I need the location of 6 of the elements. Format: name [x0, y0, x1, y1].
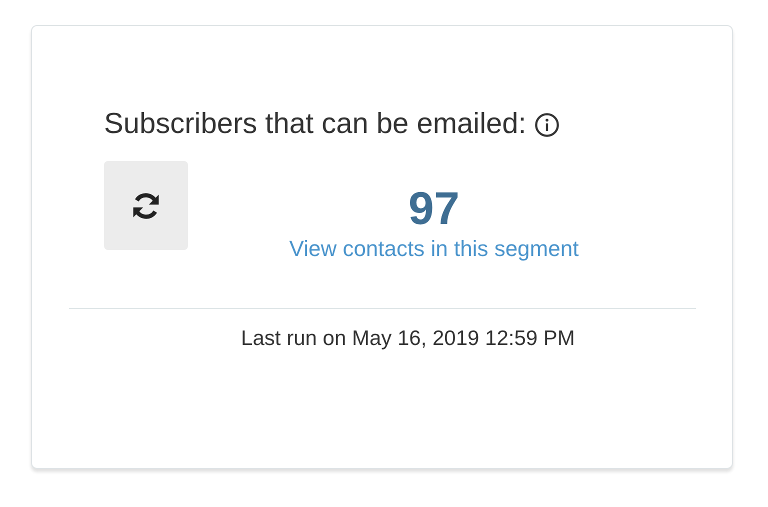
- view-contacts-link[interactable]: View contacts in this segment: [289, 236, 579, 262]
- last-run-text: Last run on May 16, 2019 12:59 PM: [241, 326, 575, 351]
- subscriber-count: 97: [408, 183, 460, 234]
- card-title: Subscribers that can be emailed:: [104, 108, 526, 141]
- info-icon[interactable]: [534, 112, 560, 138]
- refresh-button[interactable]: [104, 161, 188, 250]
